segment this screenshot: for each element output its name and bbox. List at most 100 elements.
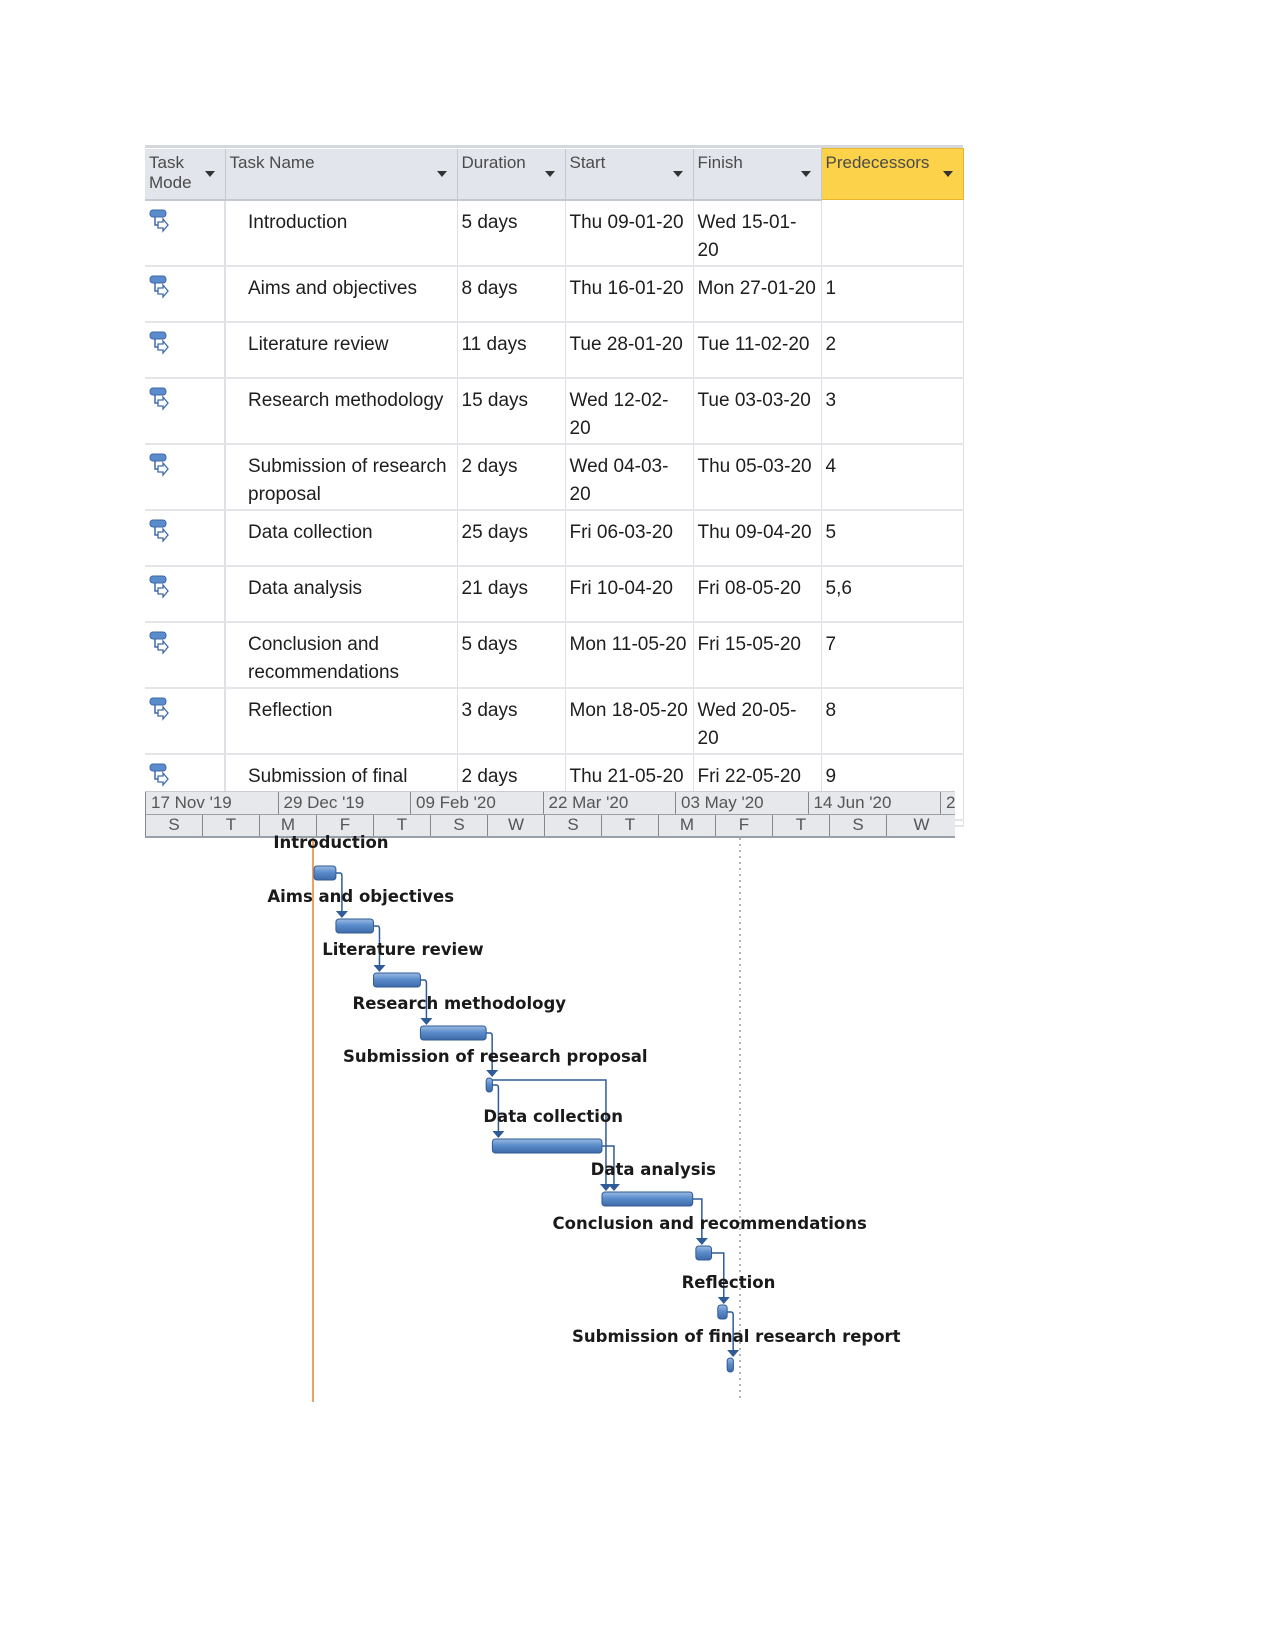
gantt-bar[interactable] <box>335 918 374 934</box>
start-cell[interactable]: Tue 28-01-20 <box>565 321 694 379</box>
gantt-bar[interactable] <box>695 1245 713 1261</box>
auto-scheduled-task-icon <box>149 631 169 655</box>
column-header-start[interactable]: Start <box>565 148 694 201</box>
predecessors-cell[interactable]: 5 <box>821 509 964 567</box>
finish-cell[interactable]: Tue 11-02-20 <box>693 321 822 379</box>
gantt-bar-label: Conclusion and recommendations <box>553 1214 867 1233</box>
start-cell[interactable]: Wed 12-02-20 <box>565 377 694 445</box>
gantt-bar[interactable] <box>313 865 337 881</box>
dropdown-arrow-icon[interactable] <box>544 170 555 177</box>
task-mode-cell[interactable] <box>145 377 226 445</box>
duration-cell[interactable]: 3 days <box>457 687 566 755</box>
timescale-major-label: 29 Dec '19 <box>277 792 411 814</box>
duration-cell[interactable]: 15 days <box>457 377 566 445</box>
task-name-cell[interactable]: Introduction <box>225 199 458 267</box>
duration-cell[interactable]: 21 days <box>457 565 566 623</box>
task-mode-cell[interactable] <box>145 443 226 511</box>
task-mode-cell[interactable] <box>145 265 226 323</box>
duration-cell[interactable]: 5 days <box>457 199 566 267</box>
predecessors-cell[interactable]: 3 <box>821 377 964 445</box>
task-name-cell[interactable]: Conclusion and recommendations <box>225 621 458 689</box>
task-name-cell[interactable]: Research methodology <box>225 377 458 445</box>
column-label: Finish <box>697 152 743 172</box>
predecessors-cell[interactable]: 1 <box>821 265 964 323</box>
timescale-minor-label: S <box>829 815 886 836</box>
duration-cell[interactable]: 8 days <box>457 265 566 323</box>
table-row[interactable]: Aims and objectives 8 days Thu 16-01-20 Mon… <box>145 265 964 323</box>
start-cell[interactable]: Fri 10-04-20 <box>565 565 694 623</box>
duration-cell[interactable]: 25 days <box>457 509 566 567</box>
task-name-cell[interactable]: Data collection <box>225 509 458 567</box>
table-row[interactable]: Introduction 5 days Thu 09-01-20 Wed 15-01-… <box>145 199 964 267</box>
task-mode-cell[interactable] <box>145 321 226 379</box>
column-header-finish[interactable]: Finish <box>693 148 822 201</box>
timescale-minor-label: T <box>373 815 430 836</box>
table-row[interactable]: Data collection 25 days Fri 06-03-20 Thu 09… <box>145 509 964 567</box>
start-cell[interactable]: Fri 06-03-20 <box>565 509 694 567</box>
finish-cell[interactable]: Wed 20-05-20 <box>693 687 822 755</box>
task-mode-cell[interactable] <box>145 199 226 267</box>
gantt-bar[interactable] <box>485 1077 493 1093</box>
start-cell[interactable]: Thu 09-01-20 <box>565 199 694 267</box>
task-grid: Task Mode Task Name Duration Start Finis… <box>145 145 964 827</box>
duration-cell[interactable]: 2 days <box>457 443 566 511</box>
predecessors-cell[interactable]: 5,6 <box>821 565 964 623</box>
finish-cell[interactable]: Tue 03-03-20 <box>693 377 822 445</box>
dependency-arrow-icon <box>727 1350 740 1357</box>
timescale-minor-label: S <box>544 815 601 836</box>
start-cell[interactable]: Mon 18-05-20 <box>565 687 694 755</box>
duration-cell[interactable]: 5 days <box>457 621 566 689</box>
task-mode-cell[interactable] <box>145 687 226 755</box>
start-cell[interactable]: Mon 11-05-20 <box>565 621 694 689</box>
dropdown-arrow-icon[interactable] <box>204 170 215 177</box>
finish-cell[interactable]: Fri 15-05-20 <box>693 621 822 689</box>
column-header-task-name[interactable]: Task Name <box>225 148 458 201</box>
column-header-duration[interactable]: Duration <box>457 148 566 201</box>
timescale-minor-label: T <box>601 815 658 836</box>
finish-cell[interactable]: Wed 15-01-20 <box>693 199 822 267</box>
table-row[interactable]: Literature review 11 days Tue 28-01-20 Tue … <box>145 321 964 379</box>
predecessors-cell[interactable]: 4 <box>821 443 964 511</box>
predecessors-cell[interactable]: 2 <box>821 321 964 379</box>
finish-cell[interactable]: Thu 09-04-20 <box>693 509 822 567</box>
timescale-minor-tier: STMFTSWSTMFTSW <box>145 815 955 838</box>
task-name-cell[interactable]: Reflection <box>225 687 458 755</box>
dropdown-arrow-icon[interactable] <box>800 170 811 177</box>
predecessors-cell[interactable]: 8 <box>821 687 964 755</box>
task-mode-cell[interactable] <box>145 565 226 623</box>
gantt-bar[interactable] <box>491 1138 603 1154</box>
finish-cell[interactable]: Fri 08-05-20 <box>693 565 822 623</box>
column-header-predecessors[interactable]: Predecessors <box>820 148 964 200</box>
table-row[interactable]: Reflection 3 days Mon 18-05-20 Wed 20-05-20… <box>145 687 964 755</box>
table-row[interactable]: Conclusion and recommendations 5 days Mon … <box>145 621 964 689</box>
gantt-bar-label: Data analysis <box>591 1160 717 1179</box>
gantt-bar[interactable] <box>726 1357 734 1373</box>
table-row[interactable]: Research methodology 15 days Wed 12-02-20 T… <box>145 377 964 445</box>
task-name-cell[interactable]: Aims and objectives <box>225 265 458 323</box>
gantt-bar[interactable] <box>419 1025 487 1041</box>
task-mode-cell[interactable] <box>145 509 226 567</box>
dropdown-arrow-icon[interactable] <box>436 170 447 177</box>
column-header-task-mode[interactable]: Task Mode <box>145 148 226 201</box>
gantt-bar-label: Reflection <box>682 1273 776 1292</box>
predecessors-cell[interactable]: 7 <box>821 621 964 689</box>
predecessors-cell[interactable] <box>821 199 964 267</box>
start-cell[interactable]: Wed 04-03-20 <box>565 443 694 511</box>
gantt-bar[interactable] <box>601 1191 694 1207</box>
task-name-cell[interactable]: Literature review <box>225 321 458 379</box>
start-cell[interactable]: Thu 16-01-20 <box>565 265 694 323</box>
gantt-bar[interactable] <box>372 972 421 988</box>
gantt-bar[interactable] <box>717 1304 728 1320</box>
table-row[interactable]: Data analysis 21 days Fri 10-04-20 Fri 08-0… <box>145 565 964 623</box>
duration-cell[interactable]: 11 days <box>457 321 566 379</box>
dropdown-arrow-icon[interactable] <box>672 170 683 177</box>
dropdown-arrow-icon[interactable] <box>942 171 953 177</box>
gantt-bar-label: Literature review <box>322 940 483 959</box>
task-mode-cell[interactable] <box>145 621 226 689</box>
table-row[interactable]: Submission of research proposal 2 days Wed… <box>145 443 964 511</box>
finish-cell[interactable]: Mon 27-01-20 <box>693 265 822 323</box>
task-name-cell[interactable]: Submission of research proposal <box>225 443 458 511</box>
task-name-cell[interactable]: Data analysis <box>225 565 458 623</box>
timescale-major-label: 2 <box>940 792 955 814</box>
finish-cell[interactable]: Thu 05-03-20 <box>693 443 822 511</box>
